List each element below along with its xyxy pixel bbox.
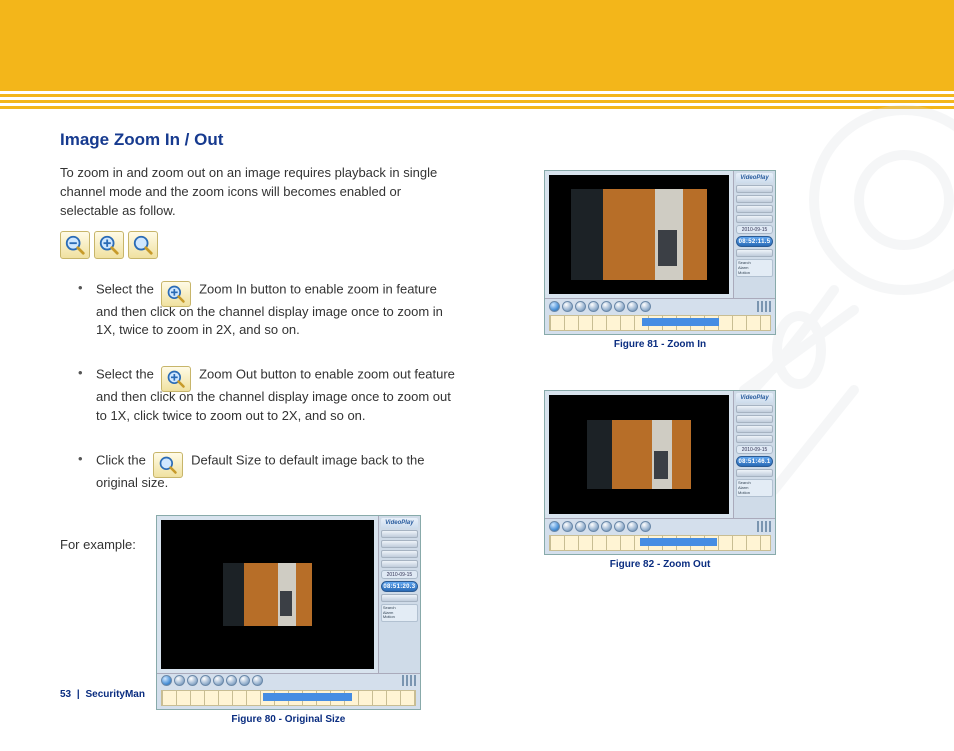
timeline [549,535,771,551]
playback-bar [157,673,420,709]
legend: Search Alarm Motion [736,259,773,277]
instruction-list: Select the Zoom In button to enable zoom… [60,277,460,493]
transport-icon [226,675,237,686]
videoplay-screenshot: VideoPlay 2010-09-15 08:51:20.3 Search A… [156,515,421,710]
clock-readout: 08:51:20.3 [381,581,418,592]
legend: Search Alarm Motion [736,479,773,497]
side-panel: VideoPlay 2010-09-15 08:51:20.3 Search A… [378,516,420,673]
app-logo: VideoPlay [736,393,773,403]
example-label: For example: [60,515,136,552]
transport-icon [200,675,211,686]
transport-icon [174,675,185,686]
app-logo: VideoPlay [736,173,773,183]
clock-readout: 08:52:11.5 [736,236,773,247]
side-panel: VideoPlay 2010-09-15 08:51:46.1 Search A… [733,391,775,518]
figure-caption: Figure 80 - Original Size [231,714,345,725]
figure-caption: Figure 82 - Zoom Out [610,559,711,570]
intro-paragraph: To zoom in and zoom out on an image requ… [60,164,460,221]
transport-icon [187,675,198,686]
videoplay-screenshot: VideoPlay 2010-09-15 08:52:11.5 Search A… [544,170,776,335]
list-item: Select the Zoom Out button to enable zoo… [78,362,460,426]
page-footer: 53 | SecurityMan [60,689,145,700]
default-size-icon [153,452,183,478]
timeline [161,690,416,706]
list-item: Click the Default Size to default image … [78,448,460,493]
video-stage [161,520,374,669]
side-panel: VideoPlay 2010-09-15 08:52:11.5 Search A… [733,171,775,298]
playback-bar [545,298,775,334]
videoplay-screenshot: VideoPlay 2010-09-15 08:51:46.1 Search A… [544,390,776,555]
clock-readout: 08:51:46.1 [736,456,773,467]
header-stripes [0,88,954,110]
play-icon [161,675,172,686]
zoom-in-icon [94,231,124,259]
zoom-in-icon [161,281,191,307]
figure-81: VideoPlay 2010-09-15 08:52:11.5 Search A… [510,170,810,350]
app-logo: VideoPlay [381,518,418,528]
figure-80: VideoPlay 2010-09-15 08:51:20.3 Search A… [156,515,421,725]
video-stage [549,395,729,514]
zoom-icon-row [60,231,460,259]
figure-caption: Figure 81 - Zoom In [614,339,706,350]
legend: Search Alarm Motion [381,604,418,622]
brand-name: SecurityMan [86,689,145,700]
transport-icon [213,675,224,686]
date-display: 2010-09-15 [736,445,773,454]
date-display: 2010-09-15 [736,225,773,234]
default-size-icon [128,231,158,259]
list-item: Select the Zoom In button to enable zoom… [78,277,460,341]
transport-icon [239,675,250,686]
bullet-text: Select the [96,281,157,296]
playback-bar [545,518,775,554]
timeline [549,315,771,331]
header-banner [0,0,954,88]
bullet-text: Click the [96,452,149,467]
zoom-out-icon [161,366,191,392]
section-heading: Image Zoom In / Out [60,130,460,150]
zoom-out-icon [60,231,90,259]
figure-82: VideoPlay 2010-09-15 08:51:46.1 Search A… [510,390,810,570]
date-display: 2010-09-15 [381,570,418,579]
footer-separator: | [77,689,80,700]
video-stage [549,175,729,294]
page-number: 53 [60,689,71,700]
bullet-text: Select the [96,367,157,382]
transport-icon [252,675,263,686]
play-icon [549,521,560,532]
play-icon [549,301,560,312]
